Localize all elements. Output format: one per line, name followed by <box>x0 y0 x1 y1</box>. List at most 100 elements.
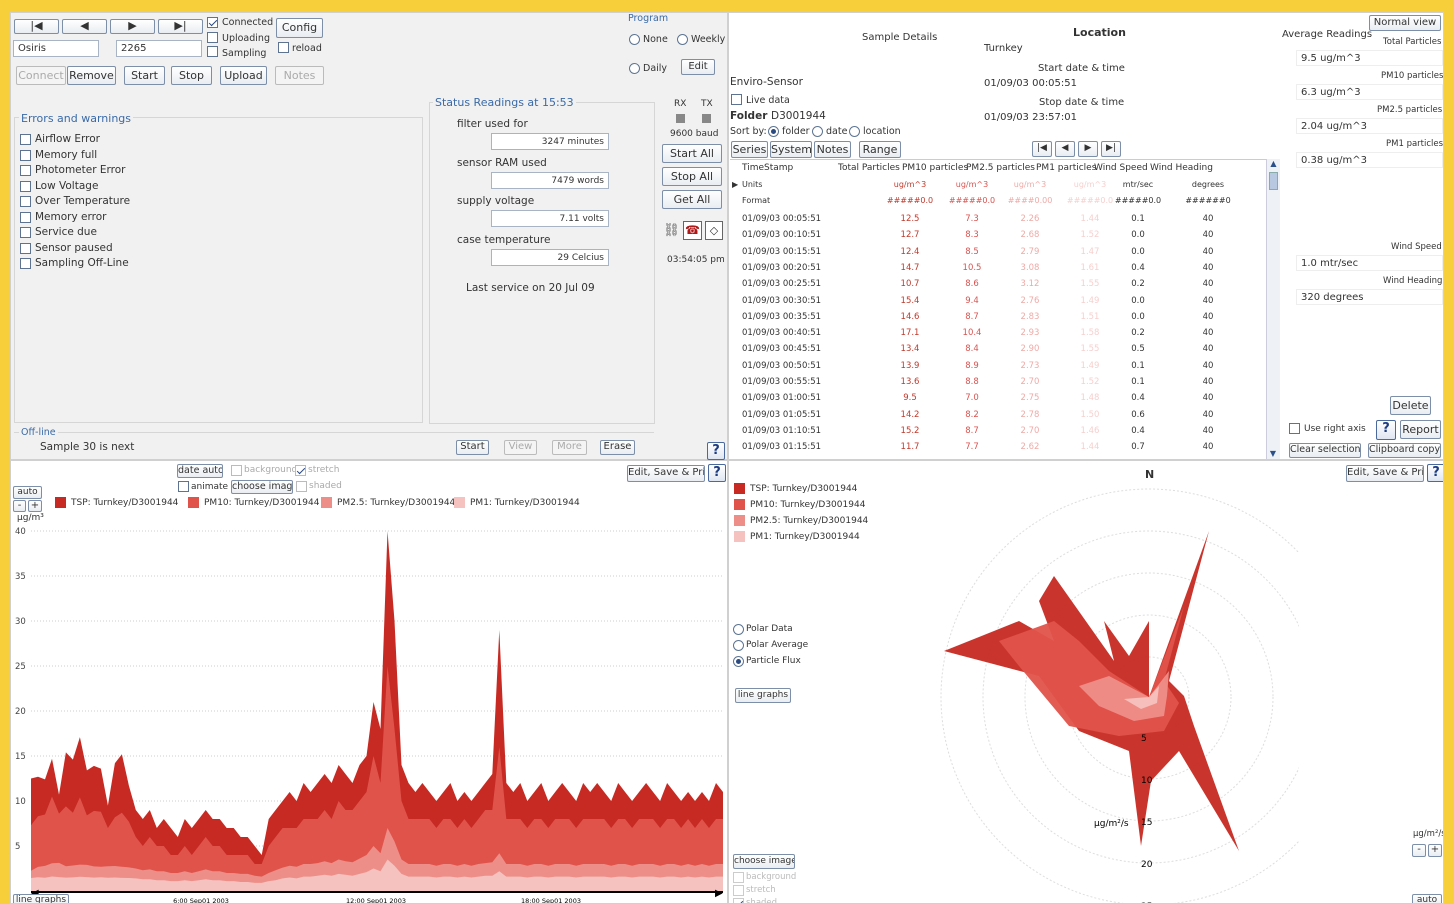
program-none-radio[interactable] <box>629 34 640 45</box>
prev-sample-button[interactable]: ◀ <box>1055 141 1075 157</box>
start-button[interactable]: Start <box>124 66 165 85</box>
polar-average-radio[interactable] <box>733 640 744 651</box>
next-button[interactable]: ▶ <box>110 19 155 34</box>
polar-auto-button[interactable]: auto <box>1412 894 1442 903</box>
scroll-right-arrow-icon[interactable]: ▶ <box>715 888 723 899</box>
error-checkbox[interactable] <box>20 180 31 192</box>
choose-image-button[interactable]: choose image <box>231 480 293 494</box>
eraser-icon[interactable]: ◇ <box>705 221 723 240</box>
config-button[interactable]: Config <box>276 18 323 38</box>
stretch-checkbox[interactable] <box>295 465 306 476</box>
upload-button[interactable]: Upload <box>220 66 267 85</box>
table-scrollbar[interactable]: ▲ ▼ <box>1266 159 1280 459</box>
animate-checkbox[interactable] <box>178 481 189 492</box>
phone-icon[interactable]: ☎ <box>683 221 702 240</box>
last-sample-button[interactable]: ▶| <box>1101 141 1121 157</box>
table-units-cell: degrees <box>1191 180 1225 189</box>
background-checkbox[interactable] <box>231 465 242 476</box>
remove-button[interactable]: Remove <box>67 66 116 85</box>
polar-choose-image-button[interactable]: choose image <box>733 854 795 869</box>
use-right-axis-checkbox[interactable] <box>1289 423 1300 434</box>
stop-button[interactable]: Stop <box>171 66 212 85</box>
connect-button[interactable]: Connect <box>16 66 66 85</box>
tab-range[interactable]: Range <box>859 141 901 158</box>
table-cell: 3.08 <box>1020 262 1040 273</box>
error-checkbox[interactable] <box>20 165 31 176</box>
stop-all-button[interactable]: Stop All <box>662 167 722 186</box>
prev-button[interactable]: ◀ <box>62 19 107 34</box>
first-sample-button[interactable]: |◀ <box>1032 141 1052 157</box>
polar-data-radio[interactable] <box>733 624 744 635</box>
clipboard-copy-button[interactable]: Clipboard copy <box>1368 443 1441 458</box>
id-field[interactable]: 2265 <box>116 40 202 57</box>
connected-checkbox[interactable] <box>207 17 218 28</box>
first-button[interactable]: |◀ <box>14 19 59 34</box>
y-tick-label: 20 <box>15 707 26 717</box>
error-checkbox[interactable] <box>20 258 31 269</box>
help-icon[interactable]: ? <box>708 464 726 482</box>
line-graph-chart[interactable]: 403530252015105◀▶6:00 Sep01 200312:00 Se… <box>11 521 728 904</box>
zoom-out-button[interactable]: - <box>13 500 26 512</box>
auto-scale-button[interactable]: auto <box>13 486 42 499</box>
help-icon[interactable]: ? <box>1427 464 1443 482</box>
program-weekly-radio[interactable] <box>677 34 688 45</box>
scroll-up-icon[interactable]: ▲ <box>1267 159 1280 171</box>
polar-zoom-out-button[interactable]: - <box>1412 844 1426 857</box>
uploading-checkbox[interactable] <box>207 32 218 43</box>
notes-button[interactable]: Notes <box>275 66 324 85</box>
polar-line-graphs-button[interactable]: line graphs <box>735 688 791 703</box>
error-checkbox[interactable] <box>20 196 31 207</box>
last-button[interactable]: ▶| <box>158 19 203 34</box>
sort-folder-radio[interactable] <box>768 126 779 137</box>
location-value: Turnkey <box>984 43 1023 54</box>
polar-zoom-in-button[interactable]: + <box>1428 844 1442 857</box>
polar-shaded-checkbox[interactable] <box>733 898 744 903</box>
scroll-down-icon[interactable]: ▼ <box>1267 449 1279 458</box>
shaded-checkbox[interactable] <box>296 481 307 492</box>
offline-start-button[interactable]: Start <box>456 440 489 455</box>
report-button[interactable]: Report <box>1400 420 1441 439</box>
sort-date-radio[interactable] <box>812 126 823 137</box>
start-all-button[interactable]: Start All <box>662 144 722 163</box>
offline-view-button[interactable]: View <box>504 440 537 455</box>
tab-series[interactable]: Series <box>731 141 768 158</box>
error-checkbox[interactable] <box>20 211 31 223</box>
program-daily-label: Daily <box>643 63 668 74</box>
line-graphs-button[interactable]: line graphs <box>13 894 69 903</box>
polar-background-checkbox[interactable] <box>733 872 744 883</box>
tab-system[interactable]: System <box>770 141 812 158</box>
edit-save-print-button[interactable]: Edit, Save & Print <box>627 465 705 482</box>
name-field[interactable]: Osiris <box>13 40 99 57</box>
delete-button[interactable]: Delete <box>1390 396 1431 415</box>
clear-selection-button[interactable]: Clear selection <box>1289 443 1361 458</box>
polar-stretch-checkbox[interactable] <box>733 885 744 896</box>
error-checkbox[interactable] <box>20 242 31 254</box>
error-checkbox[interactable] <box>20 134 31 145</box>
network-icon[interactable]: ⛓ <box>663 222 680 239</box>
next-sample-button[interactable]: ▶ <box>1078 141 1098 157</box>
particle-flux-radio[interactable] <box>733 656 744 667</box>
scroll-thumb[interactable] <box>1269 172 1278 190</box>
reload-checkbox[interactable] <box>278 42 289 53</box>
sampling-checkbox[interactable] <box>207 46 218 57</box>
help-icon[interactable]: ? <box>707 442 725 460</box>
get-all-button[interactable]: Get All <box>662 190 722 209</box>
help-icon[interactable]: ? <box>1376 420 1396 440</box>
date-auto-button[interactable]: date auto <box>177 464 223 478</box>
zoom-in-button[interactable]: + <box>28 500 42 512</box>
polar-edit-save-print-button[interactable]: Edit, Save & Print <box>1346 465 1424 482</box>
offline-more-button[interactable]: More <box>552 440 587 455</box>
table-format-cell: #####0.0 <box>948 196 996 205</box>
sort-location-radio[interactable] <box>849 126 860 137</box>
table-cell: 40 <box>1202 246 1214 257</box>
table-cell: 3.12 <box>1020 279 1040 290</box>
live-data-checkbox[interactable] <box>731 94 742 105</box>
normal-view-button[interactable]: Normal view <box>1369 15 1441 31</box>
program-daily-radio[interactable] <box>629 63 640 74</box>
error-checkbox[interactable] <box>20 227 31 238</box>
error-checkbox[interactable] <box>20 149 31 161</box>
tab-notes[interactable]: Notes <box>814 141 851 158</box>
polar-chart[interactable]: 510152025μg/m²/s <box>879 481 1299 904</box>
program-edit-button[interactable]: Edit <box>681 59 715 75</box>
offline-erase-button[interactable]: Erase <box>600 440 635 455</box>
